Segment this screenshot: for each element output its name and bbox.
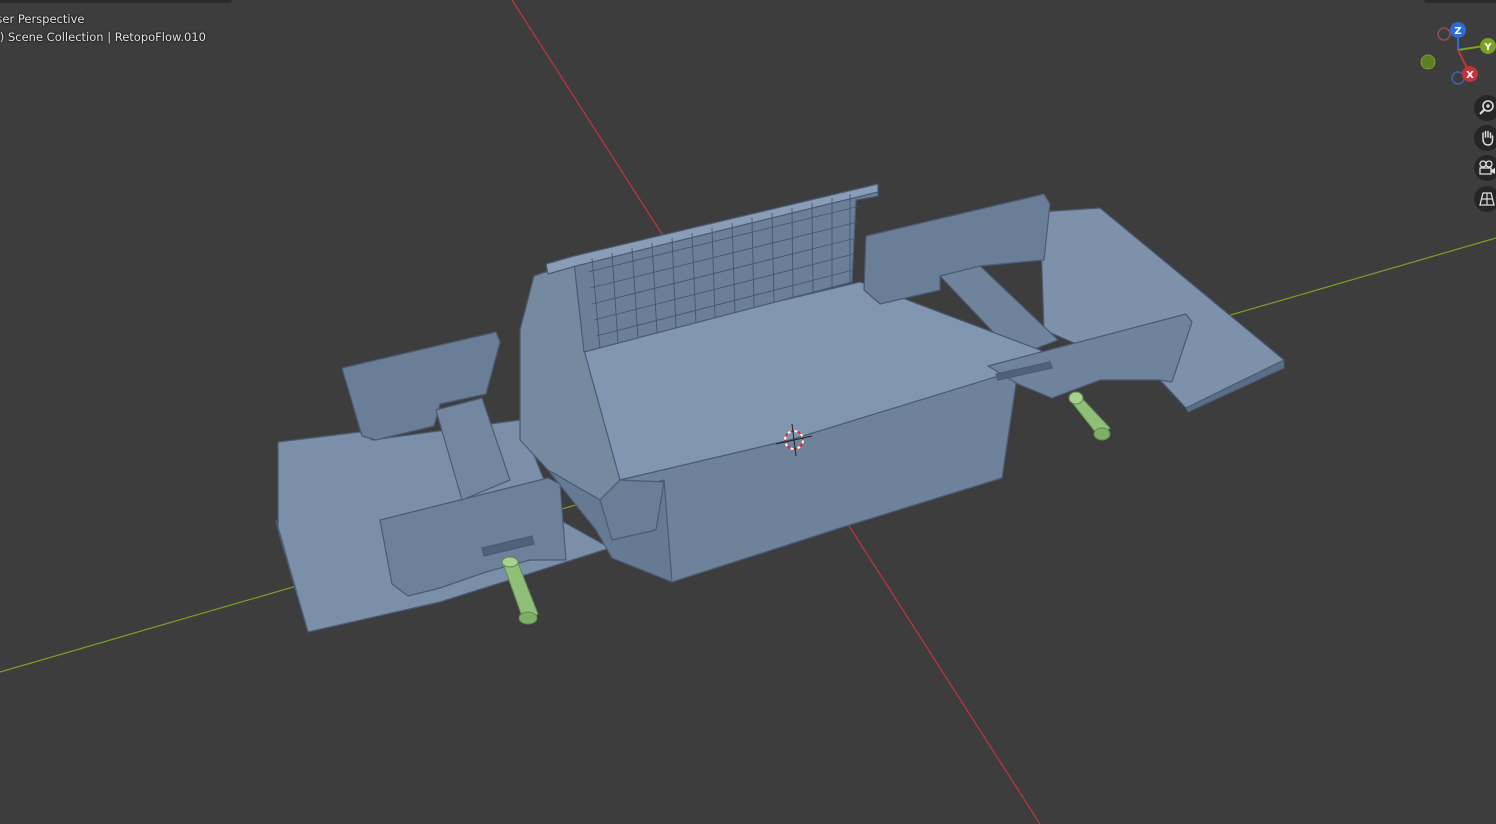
perspective-toggle-button[interactable]	[1474, 186, 1496, 212]
pan-button[interactable]	[1474, 125, 1496, 151]
z-axis-label: Z	[1454, 26, 1461, 37]
header-edge	[0, 0, 232, 3]
camera-icon	[1479, 160, 1495, 175]
context-info: (1) Scene Collection | RetopoFlow.010	[0, 30, 206, 44]
scene-canvas[interactable]	[0, 0, 1496, 824]
header-edge-right	[1424, 0, 1496, 3]
x-axis-label: X	[1466, 70, 1474, 81]
neg-z-handle[interactable]	[1437, 27, 1451, 41]
hand-icon	[1482, 130, 1494, 146]
zoom-button[interactable]	[1474, 95, 1496, 121]
neg-y-handle[interactable]	[1420, 54, 1436, 70]
mesh-object[interactable]	[275, 183, 1285, 633]
y-axis-label: Y	[1483, 42, 1492, 53]
green-pin-right[interactable]	[1068, 391, 1111, 441]
magnifier-plus-icon	[1479, 100, 1494, 115]
grid-perspective-icon	[1479, 192, 1495, 206]
camera-view-button[interactable]	[1474, 155, 1496, 181]
view-name: User Perspective	[0, 12, 85, 26]
navigation-gizmo[interactable]: Z Y X	[1416, 18, 1496, 90]
3d-viewport[interactable]: User Perspective (1) Scene Collection | …	[0, 0, 1496, 824]
